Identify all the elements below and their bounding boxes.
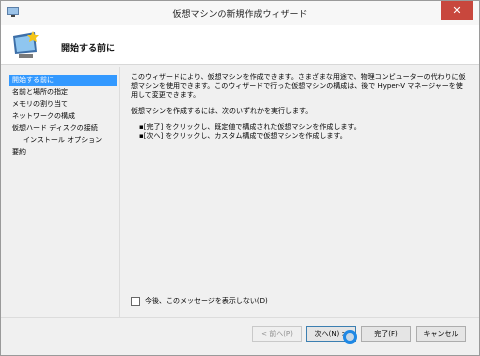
nav-item-memory[interactable]: メモリの割り当て — [9, 99, 117, 110]
back-button[interactable]: < 前へ(P) — [252, 326, 302, 342]
wizard-step-nav: 開始する前に 名前と場所の指定 メモリの割り当て ネットワークの構成 仮想ハード… — [1, 67, 119, 317]
nav-item-summary[interactable]: 要約 — [9, 147, 117, 158]
title-bar: 仮想マシンの新規作成ウィザード ✕ — [1, 1, 479, 25]
dont-show-again-checkbox[interactable] — [131, 296, 140, 306]
wizard-header: 開始する前に — [1, 25, 479, 65]
cancel-button[interactable]: キャンセル — [416, 326, 466, 342]
next-option-text: ▪[次へ] をクリックし、カスタム構成で仮想マシンを作成します。 — [139, 132, 347, 140]
nav-item-virtual-disk[interactable]: 仮想ハード ディスクの接続 — [9, 123, 117, 134]
nav-divider — [119, 67, 120, 317]
intro-paragraph: このウィザードにより、仮想マシンを作成できます。さまざまな用途で、物理コンピュー… — [131, 73, 466, 99]
window-title: 仮想マシンの新規作成ウィザード — [172, 10, 308, 20]
dont-show-again-row[interactable]: 今後、このメッセージを表示しない(D) — [131, 295, 268, 307]
nav-item-install-options[interactable]: インストール オプション — [9, 135, 117, 146]
cursor-indicator-icon — [343, 330, 357, 344]
nav-item-network[interactable]: ネットワークの構成 — [9, 111, 117, 122]
instruction-paragraph: 仮想マシンを作成するには、次のいずれかを実行します。 — [131, 107, 313, 115]
finish-option-text: ▪[完了] をクリックし、既定値で構成された仮想マシンを作成します。 — [139, 123, 361, 131]
page-heading: 開始する前に — [61, 44, 116, 54]
new-vm-icon — [13, 31, 39, 58]
finish-button[interactable]: 完了(F) — [361, 326, 411, 342]
close-button[interactable]: ✕ — [441, 1, 473, 20]
footer-divider — [1, 317, 479, 318]
wizard-content: このウィザードにより、仮想マシンを作成できます。さまざまな用途で、物理コンピュー… — [131, 73, 466, 141]
nav-item-name-location[interactable]: 名前と場所の指定 — [9, 87, 117, 98]
nav-item-before-you-begin[interactable]: 開始する前に — [9, 75, 117, 86]
option-list: ▪[完了] をクリックし、既定値で構成された仮想マシンを作成します。 ▪[次へ]… — [139, 123, 466, 141]
wizard-window: 仮想マシンの新規作成ウィザード ✕ 開始する前に 開始する前に 名前と場所の指定… — [0, 0, 480, 356]
dont-show-again-label: 今後、このメッセージを表示しない(D) — [145, 297, 268, 305]
